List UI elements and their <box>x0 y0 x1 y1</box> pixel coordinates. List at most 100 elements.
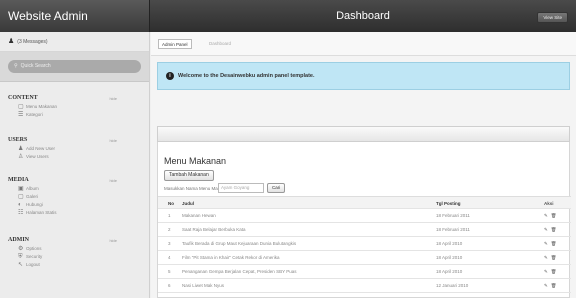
logout-icon: ↖ <box>18 262 24 268</box>
edit-icon[interactable]: ✎ <box>544 213 548 218</box>
quick-search-input[interactable]: ⚲ Quick Search <box>8 60 141 73</box>
top-bar: Website Admin Dashboard View Site <box>0 0 576 32</box>
sidebar-item-menu-makanan[interactable]: ▢ Menu Makanan <box>8 103 141 111</box>
edit-icon[interactable]: ✎ <box>544 269 548 274</box>
list-icon: ☰ <box>18 112 24 118</box>
row-tgl: 12 Januari 2010 <box>436 283 469 288</box>
document-icon: ▢ <box>18 104 24 110</box>
row-actions: ✎ 🗑 <box>544 223 560 237</box>
sidebar-item-logout[interactable]: ↖ Logout <box>8 261 141 269</box>
delete-icon[interactable]: 🗑 <box>551 283 557 288</box>
info-icon: i <box>166 71 174 80</box>
sidebar-section-media: MEDIA hide ▣ Album ▢ Galeri ◐ Hubungi ☷ Halam… <box>8 176 141 217</box>
row-judul[interactable]: Makanan Hewan <box>182 209 412 223</box>
sidebar-section-admin: ADMIN hide ⚙ Options ⛨ Security ↖ Logout <box>8 236 141 269</box>
row-actions: ✎ 🗑 <box>544 237 560 251</box>
sidebar-item-kategori[interactable]: ☰ Kategori <box>8 111 141 119</box>
users-icon: ♙ <box>18 154 24 160</box>
sidebar-section-title: USERS hide <box>8 136 117 145</box>
table-header-row: No Judul Tgl Posting Aksi <box>158 196 571 209</box>
row-judul[interactable]: Film "Pit Stama in Khair" Cetak Rekor di… <box>182 251 412 265</box>
sidebar-item-view-users[interactable]: ♙ View Users <box>8 153 141 161</box>
row-actions: ✎ 🗑 <box>544 251 560 265</box>
table-row: 6 Nasi Liwet Mak Nyus 12 Januari 2010 ✎ 🗑 <box>158 279 571 293</box>
row-judul[interactable]: Saat Raja Belajar Berbuka Kata <box>182 223 412 237</box>
table-row: 5 Penanganan Gempa Berjalan Cepat, Presi… <box>158 265 571 279</box>
row-no: 2 <box>168 227 171 232</box>
delete-icon[interactable]: 🗑 <box>551 255 557 260</box>
sidebar-item-hubungi[interactable]: ◐ Hubungi <box>8 201 141 209</box>
section-toggle[interactable]: hide <box>109 176 117 185</box>
add-user-icon: ♟ <box>18 146 24 152</box>
sidebar-section-title: CONTENT hide <box>8 94 117 103</box>
row-no: 5 <box>168 269 171 274</box>
search-icon: ⚲ <box>14 63 18 69</box>
search-button[interactable]: Cari <box>267 183 286 193</box>
breadcrumb-admin-panel[interactable]: Admin Panel <box>158 39 192 49</box>
delete-icon[interactable]: 🗑 <box>551 227 557 232</box>
view-site-button[interactable]: View Site <box>537 12 568 23</box>
main-content: Admin Panel Dashboard i Welcome to the De… <box>151 32 576 298</box>
edit-icon[interactable]: ✎ <box>544 227 548 232</box>
row-actions: ✎ 🗑 <box>544 265 560 279</box>
row-judul[interactable]: Taufik Berada di Grup Maut Kejuaraan Dun… <box>182 237 412 251</box>
quick-search-wrap: ⚲ Quick Search <box>0 52 149 82</box>
sidebar-item-options[interactable]: ⚙ Options <box>8 245 141 253</box>
sidebar-item-galeri[interactable]: ▢ Galeri <box>8 193 141 201</box>
sidebar-section-users: USERS hide ♟ Add New User ♙ View Users <box>8 136 141 161</box>
edit-icon[interactable]: ✎ <box>544 283 548 288</box>
row-actions: ✎ 🗑 <box>544 209 560 223</box>
delete-icon[interactable]: 🗑 <box>551 269 557 274</box>
row-tgl: 18 April 2010 <box>436 241 463 246</box>
panel-title: Menu Makanan <box>164 156 227 166</box>
user-icon: ♟ <box>8 38 15 45</box>
row-judul[interactable]: Penanganan Gempa Berjalan Cepat, Preside… <box>182 265 412 279</box>
breadcrumb: Admin Panel Dashboard <box>151 32 576 56</box>
row-no: 3 <box>168 241 171 246</box>
section-toggle[interactable]: hide <box>109 136 117 145</box>
edit-icon[interactable]: ✎ <box>544 241 548 246</box>
section-toggle[interactable]: hide <box>109 94 117 103</box>
table-row: 4 Film "Pit Stama in Khair" Cetak Rekor … <box>158 251 571 265</box>
menu-makanan-panel: Menu Makanan Tambah Makanan Masukkan Nam… <box>157 142 571 298</box>
table-row: 3 Taufik Berada di Grup Maut Kejuaraan D… <box>158 237 571 251</box>
hubungi-icon: ◐ <box>18 202 22 208</box>
row-tgl: 18 April 2010 <box>436 255 463 260</box>
sidebar-item-security[interactable]: ⛨ Security <box>8 253 141 261</box>
site-brand[interactable]: Website Admin <box>0 0 150 32</box>
sidebar-section-title: ADMIN hide <box>8 236 117 245</box>
edit-icon[interactable]: ✎ <box>544 255 548 260</box>
breadcrumb-dashboard[interactable]: Dashboard <box>206 39 234 49</box>
row-actions: ✎ 🗑 <box>544 279 560 293</box>
sidebar-section-title: MEDIA hide <box>8 176 117 185</box>
section-toggle[interactable]: hide <box>109 236 117 245</box>
sidebar-item-add-new-user[interactable]: ♟ Add New User <box>8 145 141 153</box>
sidebar: ♟ (3 Messages) ⚲ Quick Search CONTENT hide … <box>0 32 150 298</box>
row-no: 4 <box>168 255 171 260</box>
row-tgl: 18 Februari 2011 <box>436 213 470 218</box>
table-row: 1 Makanan Hewan 18 Februari 2011 ✎ 🗑 <box>158 209 571 223</box>
delete-icon[interactable]: 🗑 <box>551 241 557 246</box>
menu-table: No Judul Tgl Posting Aksi 1 Makanan Hewa… <box>158 196 571 293</box>
welcome-notice: i Welcome to the Desainwebku admin panel … <box>157 62 570 90</box>
stats-icon: ☷ <box>18 210 24 216</box>
row-judul[interactable]: Nasi Liwet Mak Nyus <box>182 279 412 293</box>
menu-search-input[interactable]: Ayam Goyang <box>218 183 264 193</box>
options-icon: ⚙ <box>18 246 24 252</box>
delete-icon[interactable]: 🗑 <box>551 213 557 218</box>
messages-count: (3 Messages) <box>17 39 48 45</box>
row-tgl: 18 Februari 2011 <box>436 227 470 232</box>
sidebar-item-album[interactable]: ▣ Album <box>8 185 141 193</box>
sidebar-item-halaman-statis[interactable]: ☷ Halaman Statis <box>8 209 141 217</box>
panel-header-bar <box>157 126 570 142</box>
table-row: 2 Saat Raja Belajar Berbuka Kata 18 Febr… <box>158 223 571 237</box>
sidebar-section-content: CONTENT hide ▢ Menu Makanan ☰ Kategori <box>8 94 141 119</box>
messages-link[interactable]: ♟ (3 Messages) <box>0 32 149 52</box>
row-no: 6 <box>168 283 171 288</box>
add-menu-button[interactable]: Tambah Makanan <box>164 170 214 181</box>
notice-text: Welcome to the Desainwebku admin panel t… <box>178 73 315 79</box>
row-tgl: 18 April 2010 <box>436 269 463 274</box>
quick-search-placeholder: Quick Search <box>20 63 51 69</box>
page-title: Dashboard <box>336 10 390 22</box>
gallery-icon: ▢ <box>18 194 24 200</box>
